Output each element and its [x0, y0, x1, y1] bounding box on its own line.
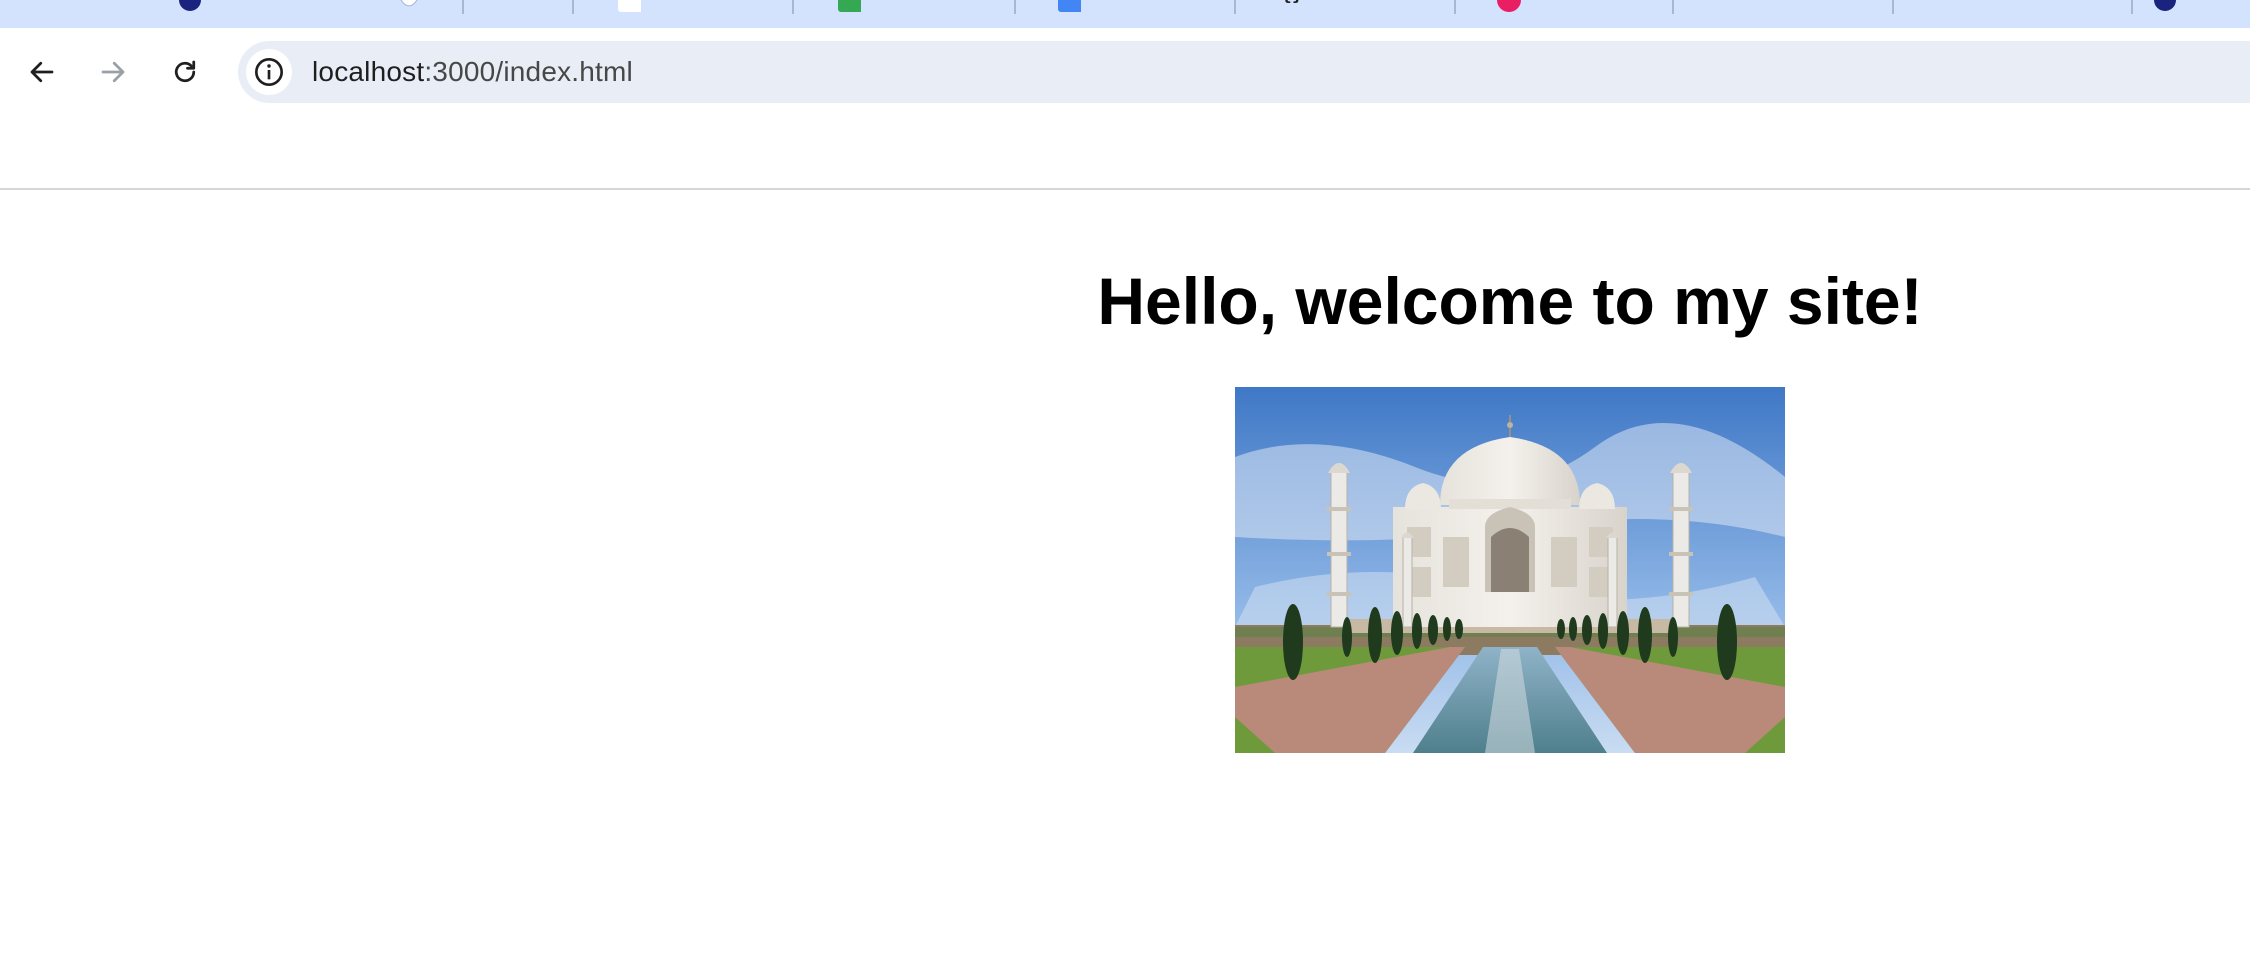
page-heading: Hello, welcome to my site!	[1097, 264, 1923, 338]
reload-icon	[174, 60, 196, 83]
url-host: localhost	[312, 56, 425, 87]
svg-text:.: .	[1955, 0, 1959, 1]
forward-button[interactable]	[91, 50, 135, 94]
url-text[interactable]: localhost:3000/index.html	[312, 41, 633, 103]
browser-tab[interactable]: .,	[1695, 0, 1914, 28]
reload-button[interactable]	[163, 50, 207, 94]
browser-tab[interactable]	[815, 0, 1034, 28]
svg-text:.: .	[1745, 0, 1749, 1]
back-button[interactable]	[20, 50, 64, 94]
browser-tab[interactable]: {}	[1255, 0, 1474, 28]
browser-tab[interactable]	[1035, 0, 1254, 28]
browser-tab[interactable]	[0, 0, 464, 28]
browser-tab[interactable]: ’	[1475, 0, 1694, 28]
arrow-right-icon	[101, 61, 125, 83]
browser-tab[interactable]	[375, 0, 594, 28]
browser-tab[interactable]: ..	[1915, 0, 2134, 28]
svg-text:.: .	[1969, 0, 1973, 1]
tab-favicon-icon: ’	[1497, 0, 1521, 12]
taj-mahal-image	[1235, 387, 1785, 753]
tab-favicon-icon	[179, 0, 201, 11]
browser-toolbar: localhost:3000/index.html	[0, 28, 2250, 121]
tab-favicon-icon	[1058, 0, 1081, 12]
site-info-button[interactable]	[246, 49, 292, 95]
tab-favicon-icon: ..	[1955, 0, 1973, 1]
tab-favicon-icon	[838, 0, 861, 12]
tab-favicon-icon: {}	[1281, 0, 1303, 5]
browser-tab[interactable]	[595, 0, 814, 28]
tab-favicon-icon: .,	[1745, 0, 1761, 1]
page-content: Hello, welcome to my site!	[0, 190, 2250, 978]
url-path: :3000/index.html	[424, 56, 633, 87]
svg-text:,: ,	[1757, 0, 1761, 1]
browser-tab[interactable]	[2135, 0, 2250, 28]
arrow-left-icon	[30, 61, 54, 83]
address-bar[interactable]: localhost:3000/index.html	[238, 41, 2250, 103]
info-icon	[255, 58, 283, 86]
svg-text:{}: {}	[1281, 0, 1303, 5]
tab-favicon-icon	[400, 0, 418, 7]
tab-favicon-icon	[2154, 0, 2176, 11]
tab-favicon-icon	[618, 0, 641, 12]
tab-strip: {} ’ ., ..	[0, 0, 2250, 28]
